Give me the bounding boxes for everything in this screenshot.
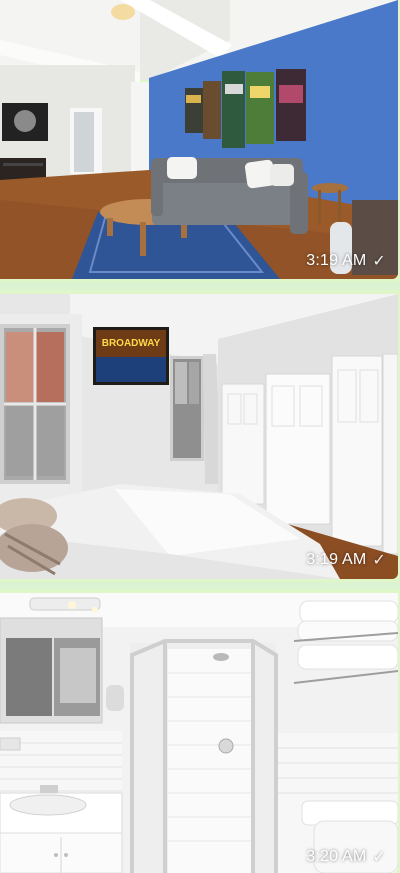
message-bubble-2: BROADWAY 3:19 AM ✓ bbox=[0, 290, 400, 582]
single-check-icon: ✓ bbox=[372, 849, 386, 866]
timestamp: 3:19 AM bbox=[306, 252, 367, 269]
single-check-icon: ✓ bbox=[372, 552, 386, 569]
timestamp: 3:20 AM bbox=[306, 848, 367, 865]
single-check-icon: ✓ bbox=[372, 253, 386, 270]
photo-bathroom[interactable] bbox=[0, 593, 398, 873]
tv-title-text: BROADWAY bbox=[102, 338, 161, 349]
photo-living-room[interactable] bbox=[0, 0, 398, 279]
message-meta-3: 3:20 AM ✓ bbox=[306, 847, 386, 867]
message-bubble-1: 3:19 AM ✓ bbox=[0, 0, 400, 282]
message-bubble-3: 3:20 AM ✓ bbox=[0, 589, 400, 873]
photo-bedroom[interactable]: BROADWAY bbox=[0, 294, 398, 579]
message-meta-1: 3:19 AM ✓ bbox=[306, 251, 386, 271]
timestamp: 3:19 AM bbox=[306, 551, 367, 568]
message-meta-2: 3:19 AM ✓ bbox=[306, 550, 386, 570]
